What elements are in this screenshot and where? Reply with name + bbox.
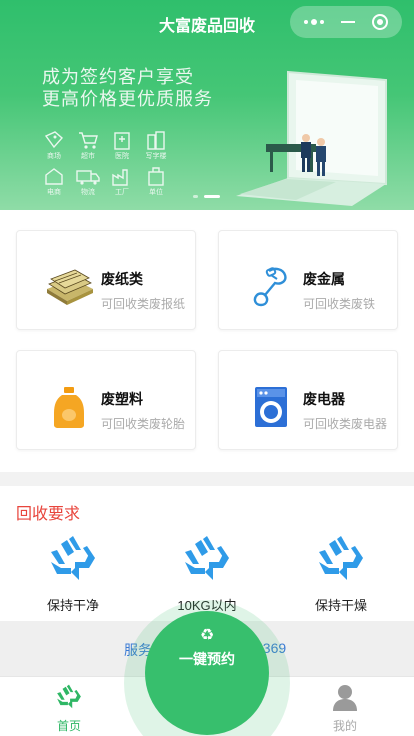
plastic-bottle-icon [41, 385, 97, 429]
category-card-paper[interactable]: 废纸类 可回收类废报纸 [16, 230, 196, 330]
minus-icon[interactable] [340, 21, 355, 23]
category-desc: 可回收类废铁 [303, 297, 376, 311]
requirement-item: 保持干燥 [286, 534, 396, 614]
office-icon: 写字楼 [142, 130, 170, 161]
recycle-icon [185, 536, 229, 580]
recycle-icon [51, 536, 95, 580]
factory-icon: 工厂 [108, 166, 136, 197]
tab-mine[interactable]: 我的 [305, 683, 385, 734]
user-icon [333, 685, 357, 711]
tab-label: 首页 [56, 719, 81, 733]
paper-stack-icon [41, 265, 97, 309]
recycle-icon [57, 684, 81, 709]
tab-home[interactable]: 首页 [29, 683, 109, 734]
category-grid: 废纸类 可回收类废报纸 废金属 可回收类废铁 废塑料 可回收类废轮胎 废电器 可… [0, 210, 414, 472]
mall-icon: 商场 [40, 130, 68, 161]
requirements-title: 回收要求 [16, 506, 81, 523]
requirement-item: 保持干净 [18, 534, 128, 614]
banner-dot-active[interactable] [204, 195, 220, 198]
unit-icon: 单位 [142, 166, 170, 197]
supermarket-icon: 超市 [74, 130, 102, 161]
one-click-booking-button[interactable]: ♻ 一键预约 [145, 611, 269, 735]
category-name: 废金属 [303, 271, 345, 287]
logistics-icon: 物流 [74, 166, 102, 197]
requirement-label: 保持干燥 [314, 598, 367, 613]
hospital-icon: 医院 [108, 130, 136, 161]
requirement-label: 保持干净 [46, 598, 99, 613]
washing-machine-icon [243, 385, 299, 429]
ecommerce-icon: 电商 [40, 166, 68, 197]
banner-dot[interactable] [193, 195, 198, 198]
banner-slogan: 成为签约客户享受 更高价格更优质服务 [42, 67, 213, 109]
category-name: 废塑料 [101, 391, 143, 407]
category-card-metal[interactable]: 废金属 可回收类废铁 [218, 230, 398, 330]
section-divider [0, 472, 414, 486]
header-banner: 大富废品回收 成为签约客户享受 更高价格更优质服务 商场 超市 医院 写字楼 电… [0, 0, 414, 210]
metal-pipe-icon [243, 265, 299, 309]
category-name: 废电器 [303, 391, 345, 407]
tab-label: 我的 [332, 719, 357, 733]
banner-pagination [193, 195, 220, 198]
mini-program-capsule [290, 6, 402, 38]
more-dots-icon[interactable] [304, 19, 325, 25]
recycle-icon [319, 536, 363, 580]
booking-label: 一键预约 [179, 651, 235, 667]
category-desc: 可回收类废报纸 [101, 297, 186, 311]
recycle-icon: ♻ [199, 627, 215, 644]
laptop-illustration [236, 66, 406, 210]
category-desc: 可回收类废电器 [303, 417, 388, 431]
category-name: 废纸类 [101, 271, 143, 287]
target-icon[interactable] [371, 14, 388, 30]
category-desc: 可回收类废轮胎 [101, 417, 186, 431]
category-card-plastic[interactable]: 废塑料 可回收类废轮胎 [16, 350, 196, 450]
category-card-appliance[interactable]: 废电器 可回收类废电器 [218, 350, 398, 450]
promo-banner[interactable]: 成为签约客户享受 更高价格更优质服务 商场 超市 医院 写字楼 电商 物流 工厂… [0, 44, 414, 210]
